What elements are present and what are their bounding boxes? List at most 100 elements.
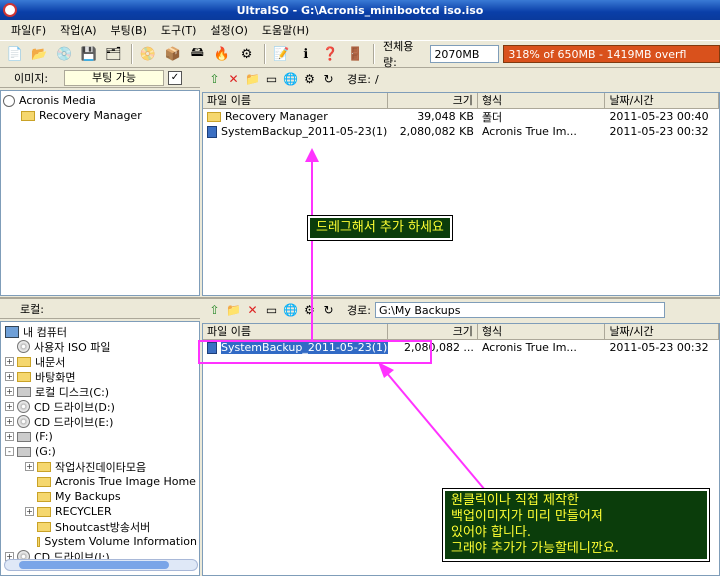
toolbar-separator (264, 44, 267, 64)
open-folder-icon[interactable]: 📂 (29, 43, 51, 65)
image-path-value: / (374, 72, 379, 86)
expand-icon[interactable]: + (5, 387, 14, 396)
total-size-value: 2070MB (430, 45, 500, 63)
tree-item-desktop[interactable]: + 바탕화면 (5, 369, 197, 384)
image-file-toolbar: ⇧ ✕ 📁 ▭ 🌐 ⚙ ↻ 경로: / (202, 68, 720, 90)
local-file-list-header: 파일 이름 크기 형식 날짜/시간 (203, 324, 719, 340)
collapse-icon[interactable]: - (5, 447, 14, 456)
computer-icon (5, 325, 19, 338)
image-pane-header: 이미지: 부팅 가능 ✓ (0, 68, 200, 88)
local-file-toolbar: ⇧ 📁 ✕ ▭ 🌐 ⚙ ↻ 경로: G:\My Backups (202, 299, 720, 321)
info-icon[interactable]: ℹ (295, 43, 317, 65)
column-type[interactable]: 형식 (478, 93, 606, 108)
file-row-systembackup[interactable]: SystemBackup_2011-05-23(1)... 2,080,082 … (203, 124, 719, 139)
selection-highlight-box (198, 340, 432, 364)
menu-file[interactable]: 파일(F) (4, 22, 53, 38)
cd-icon (17, 415, 30, 428)
settings-gear-icon[interactable]: ⚙ (301, 302, 318, 319)
ultraiso-app-icon[interactable] (3, 3, 17, 17)
scrollbar-thumb[interactable] (19, 561, 169, 569)
delete-icon[interactable]: ✕ (244, 302, 261, 319)
cd-icon (17, 400, 30, 413)
desktop-icon (17, 371, 31, 382)
menu-boot[interactable]: 부팅(B) (104, 22, 154, 38)
note-line: 그래야 추가가 가능할테니깐요. (451, 541, 619, 556)
tree-item-photo-folder[interactable]: + 작업사진데이타모음 (5, 459, 197, 474)
tree-item-user-iso[interactable]: 사용자 ISO 파일 (5, 339, 197, 354)
rename-icon[interactable]: ▭ (263, 71, 280, 88)
folder-icon (21, 110, 35, 121)
tree-item-acronis-home[interactable]: Acronis True Image Home (5, 474, 197, 489)
compress-icon[interactable]: 📦 (162, 43, 184, 65)
add-files-icon[interactable]: 🌐 (282, 302, 299, 319)
drag-hint-callout: 드레그해서 추가 하세요 (307, 215, 453, 241)
toolbar-separator (131, 44, 134, 64)
expand-icon[interactable]: + (5, 372, 14, 381)
column-type[interactable]: 형식 (478, 324, 606, 339)
up-arrow-icon[interactable]: ⇧ (206, 71, 223, 88)
expand-icon[interactable]: + (5, 357, 14, 366)
tree-item-my-backups[interactable]: My Backups (5, 489, 197, 504)
new-folder-icon[interactable]: 📁 (225, 302, 242, 319)
exit-icon[interactable]: 🚪 (344, 43, 366, 65)
tree-item-recycler[interactable]: + RECYCLER (5, 504, 197, 519)
delete-icon[interactable]: ✕ (225, 71, 242, 88)
folder-icon (37, 461, 51, 472)
tree-item-shoutcast[interactable]: Shoutcast방송서버 (5, 519, 197, 534)
menu-bar: 파일(F) 작업(A) 부팅(B) 도구(T) 설정(O) 도움말(H) (0, 20, 720, 40)
tree-item-drive-d[interactable]: + CD 드라이브(D:) (5, 399, 197, 414)
save-icon[interactable]: 💾 (78, 43, 100, 65)
hard-drive-icon (17, 386, 31, 397)
local-tree-scrollbar[interactable] (4, 559, 198, 571)
tree-item-system-volume[interactable]: System Volume Information (5, 534, 197, 549)
tree-item-my-documents[interactable]: + 내문서 (5, 354, 197, 369)
column-size[interactable]: 크기 (388, 324, 478, 339)
local-path-input[interactable]: G:\My Backups (374, 302, 665, 318)
properties-icon[interactable]: 📝 (270, 43, 292, 65)
settings-gear-icon[interactable]: ⚙ (301, 71, 318, 88)
menu-help[interactable]: 도움말(H) (255, 22, 316, 38)
file-row-recovery-manager[interactable]: Recovery Manager 39,048 KB 폴더 2011-05-23… (203, 109, 719, 124)
refresh-icon[interactable]: ↻ (320, 71, 337, 88)
tree-item-recovery-manager[interactable]: Recovery Manager (3, 108, 197, 123)
make-cd-image-icon[interactable]: 📀 (137, 43, 159, 65)
tree-item-drive-g[interactable]: - (G:) (5, 444, 197, 459)
expand-icon[interactable]: + (25, 462, 34, 471)
tree-item-my-computer[interactable]: 내 컴퓨터 (5, 324, 197, 339)
image-path-label: 경로: (347, 73, 371, 86)
rename-icon[interactable]: ▭ (263, 302, 280, 319)
tree-item-drive-f[interactable]: + (F:) (5, 429, 197, 444)
up-arrow-icon[interactable]: ⇧ (206, 302, 223, 319)
tree-item-drive-c[interactable]: + 로컬 디스크(C:) (5, 384, 197, 399)
help-icon[interactable]: ❓ (320, 43, 342, 65)
column-date[interactable]: 날짜/시간 (605, 93, 719, 108)
menu-options[interactable]: 설정(O) (203, 22, 254, 38)
column-name[interactable]: 파일 이름 (203, 93, 389, 108)
column-name[interactable]: 파일 이름 (203, 324, 389, 339)
menu-tools[interactable]: 도구(T) (154, 22, 204, 38)
menu-action[interactable]: 작업(A) (53, 22, 103, 38)
tree-item-acronis-media[interactable]: Acronis Media (3, 93, 197, 108)
note-line: 있어야 합니다. (451, 525, 532, 540)
boot-status-field[interactable]: 부팅 가능 (64, 69, 164, 86)
add-files-icon[interactable]: 🌐 (282, 71, 299, 88)
bootable-check-icon[interactable]: ✓ (168, 70, 182, 85)
refresh-icon[interactable]: ↻ (320, 302, 337, 319)
image-file-list: 파일 이름 크기 형식 날짜/시간 Recovery Manager 39,04… (202, 92, 720, 296)
open-cd-icon[interactable]: 💿 (53, 43, 75, 65)
expand-icon[interactable]: + (5, 417, 14, 426)
new-file-icon[interactable]: 📄 (4, 43, 26, 65)
mount-icon[interactable]: 🖴 (186, 43, 208, 65)
column-date[interactable]: 날짜/시간 (605, 324, 719, 339)
image-label: 이미지: (14, 71, 49, 85)
burn-icon[interactable]: 🔥 (211, 43, 233, 65)
expand-icon[interactable]: + (5, 432, 14, 441)
virtual-drive-icon[interactable]: ⚙ (236, 43, 258, 65)
new-folder-icon[interactable]: 📁 (244, 71, 261, 88)
expand-icon[interactable]: + (5, 402, 14, 411)
note-callout: 원클릭이나 직접 제작한 백업이미지가 미리 만들어져 있어야 합니다. 그래야… (442, 488, 710, 562)
column-size[interactable]: 크기 (388, 93, 478, 108)
save-as-icon[interactable]: 🗂 (103, 43, 125, 65)
expand-icon[interactable]: + (25, 507, 34, 516)
tree-item-drive-e[interactable]: + CD 드라이브(E:) (5, 414, 197, 429)
